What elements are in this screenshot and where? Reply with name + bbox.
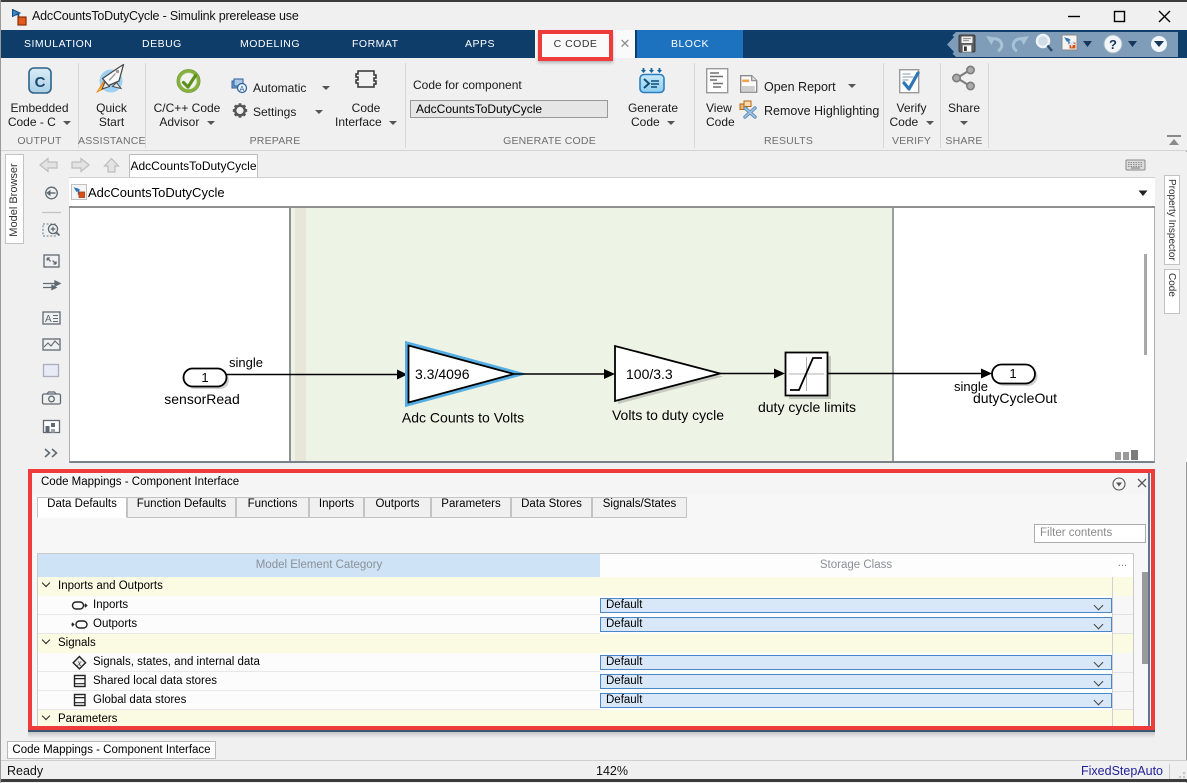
svg-text:1: 1 — [201, 370, 208, 385]
svg-text:3.3/4096: 3.3/4096 — [415, 366, 470, 382]
svg-text:100/3.3: 100/3.3 — [626, 366, 673, 382]
svg-text:A: A — [240, 86, 245, 93]
svg-text:?: ? — [1109, 37, 1117, 52]
svg-text:single: single — [229, 355, 263, 370]
svg-text:1: 1 — [1009, 366, 1016, 381]
svg-text:duty cycle limits: duty cycle limits — [758, 399, 856, 415]
svg-text:x: x — [76, 658, 81, 668]
svg-text:Adc Counts to Volts: Adc Counts to Volts — [402, 410, 524, 426]
svg-text:C: C — [35, 74, 46, 91]
svg-text:A: A — [45, 314, 52, 325]
svg-text:Volts to duty cycle: Volts to duty cycle — [612, 407, 724, 423]
svg-text:dutyCycleOut: dutyCycleOut — [973, 390, 1057, 406]
svg-text:sensorRead: sensorRead — [164, 391, 240, 407]
